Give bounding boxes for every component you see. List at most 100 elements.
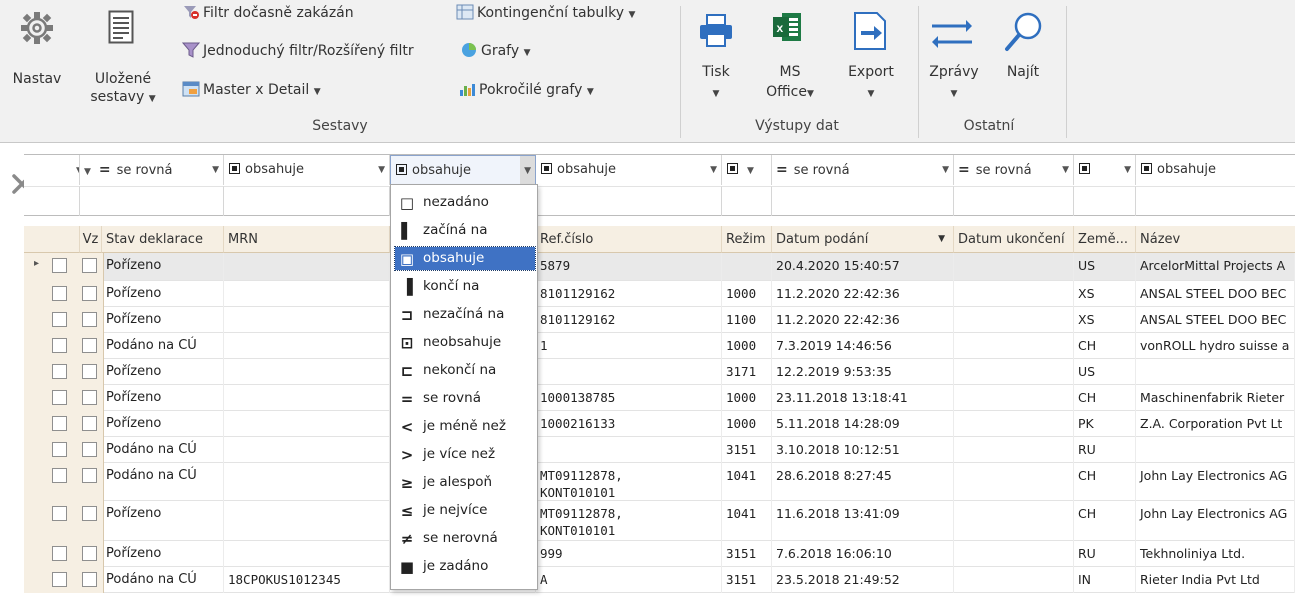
row-select-checkbox[interactable] — [52, 364, 67, 379]
charts-button[interactable]: Grafy ▼ — [460, 42, 531, 62]
table-row[interactable]: Pořízeno 8101129162 1100 11.2.2020 22:42:36… — [24, 307, 1295, 333]
filter-op-ecs[interactable]: obsahuje ▼ — [390, 155, 536, 185]
vz-checkbox[interactable] — [82, 286, 97, 301]
filter-input-ref[interactable] — [536, 186, 722, 216]
cell-ukonceni — [954, 385, 1074, 411]
cell-zeme: CH — [1074, 463, 1136, 501]
table-row[interactable]: Podáno na CÚ18CPOKUS1012345ECS_TEST00004… — [24, 567, 1295, 593]
cell-stav-text: Podáno na CÚ — [106, 442, 197, 457]
dropdown-item[interactable]: > je více než — [395, 443, 535, 466]
table-row[interactable]: ▸ Pořízeno 5879 20.4.2020 15:40:57 US Arcelor… — [24, 253, 1295, 281]
column-header-stav[interactable]: Stav deklarace — [102, 226, 224, 253]
vz-checkbox[interactable] — [82, 506, 97, 521]
column-header-nazev[interactable]: Název — [1136, 226, 1295, 253]
column-header-mrn[interactable]: MRN — [224, 226, 390, 253]
filter-input-stav[interactable] — [80, 186, 224, 216]
table-row[interactable]: Podáno na CÚ 1 1000 7.3.2019 14:46:56 CH vonR… — [24, 333, 1295, 359]
filter-op-datum[interactable]: = se rovná ▼ — [772, 155, 954, 185]
row-select-checkbox[interactable] — [52, 546, 67, 561]
column-header-zeme[interactable]: Země... — [1074, 226, 1136, 253]
table-row[interactable]: Pořízeno 8101129162 1000 11.2.2020 22:42:36… — [24, 281, 1295, 307]
row-select-checkbox[interactable] — [52, 468, 67, 483]
filter-disabled-label: Filtr dočasně zakázán — [203, 5, 354, 21]
table-row[interactable]: PořízenoECS_TEST00004699931517.6.2018 16… — [24, 541, 1295, 567]
row-select-checkbox[interactable] — [52, 258, 67, 273]
vz-checkbox[interactable] — [82, 546, 97, 561]
cell-stav: Pořízeno — [102, 281, 224, 307]
dropdown-item[interactable]: ⊡ neobsahuje — [395, 331, 535, 354]
table-row[interactable]: Podáno na CÚ MT09112878, KONT010101 1041 28.… — [24, 463, 1295, 501]
row-select-checkbox[interactable] — [52, 572, 67, 587]
filter-op-ref[interactable]: obsahuje ▼ — [536, 155, 722, 185]
ms-office-button[interactable]: x MS Office▼ — [756, 6, 824, 112]
filter-op-nazev[interactable]: obsahuje — [1136, 155, 1295, 185]
dropdown-item[interactable]: < je méně než — [395, 415, 535, 438]
filter-input-ukonceni[interactable] — [954, 186, 1074, 216]
vz-checkbox[interactable] — [82, 390, 97, 405]
cell-ref-text: 1000138785 — [540, 390, 616, 405]
vz-checkbox[interactable] — [82, 258, 97, 273]
nastav-button[interactable]: Nastav — [8, 6, 66, 112]
table-row[interactable]: Podáno na CÚ 3151 3.10.2018 10:12:51 RU — [24, 437, 1295, 463]
row-select-checkbox[interactable] — [52, 390, 67, 405]
filter-input-rezim[interactable] — [722, 186, 772, 216]
column-header-rezim[interactable]: Režim — [722, 226, 772, 253]
filter-op-vz[interactable]: ▼ — [24, 155, 80, 185]
dropdown-item[interactable]: □ nezadáno — [395, 191, 535, 214]
filter-input-nazev[interactable] — [1136, 186, 1295, 216]
cell-stav-text: Podáno na CÚ — [106, 468, 197, 483]
dropdown-item-label: je zadáno — [423, 558, 489, 574]
saved-reports-button[interactable]: Uložené sestavy ▼ — [88, 6, 168, 114]
find-button[interactable]: Najít — [996, 6, 1050, 112]
messages-button[interactable]: Zprávy ▼ — [926, 6, 982, 112]
column-header-ref[interactable]: Ref.číslo — [536, 226, 722, 253]
master-detail-button[interactable]: Master x Detail ▼ — [182, 81, 321, 101]
table-row[interactable]: Pořízeno MT09112878, KONT010101 1041 11.6.20… — [24, 501, 1295, 541]
vz-checkbox[interactable] — [82, 416, 97, 431]
filter-op-ukonceni[interactable]: = se rovná ▼ — [954, 155, 1074, 185]
table-row[interactable]: Pořízeno 1000138785 1000 23.11.2018 13:18:4… — [24, 385, 1295, 411]
dropdown-item[interactable]: ⊐ nezačíná na — [395, 303, 535, 326]
vz-checkbox[interactable] — [82, 338, 97, 353]
filter-input-mrn[interactable] — [224, 186, 390, 216]
row-select-checkbox[interactable] — [52, 416, 67, 431]
filter-op-stav[interactable]: ▼ = se rovná ▼ — [80, 155, 224, 185]
operator-icon: ≥ — [400, 474, 414, 492]
row-select-checkbox[interactable] — [52, 312, 67, 327]
dropdown-item[interactable]: ▐ končí na — [395, 275, 535, 298]
filter-input-datum[interactable] — [772, 186, 954, 216]
dropdown-item[interactable]: ▌ začíná na — [395, 219, 535, 242]
print-button[interactable]: Tisk ▼ — [692, 6, 740, 112]
export-button[interactable]: Export ▼ — [840, 6, 902, 112]
vz-checkbox[interactable] — [82, 572, 97, 587]
dropdown-item[interactable]: ■ je zadáno — [395, 555, 535, 578]
filter-op-mrn[interactable]: obsahuje ▼ — [224, 155, 390, 185]
filter-op-zeme[interactable]: ▼ — [1074, 155, 1136, 185]
dropdown-item[interactable]: ≤ je nejvíce — [395, 499, 535, 522]
dropdown-item[interactable]: ≥ je alespoň — [395, 471, 535, 494]
dropdown-item[interactable]: ▣ obsahuje — [394, 246, 536, 271]
dropdown-item[interactable]: ≠ se nerovná — [395, 527, 535, 550]
filter-input-vz[interactable] — [24, 186, 80, 216]
dropdown-item[interactable]: ⊏ nekončí na — [395, 359, 535, 382]
pivot-table-button[interactable]: Kontingenční tabulky ▼ — [456, 4, 635, 24]
vz-checkbox[interactable] — [82, 442, 97, 457]
row-select-checkbox[interactable] — [52, 442, 67, 457]
table-row[interactable]: Pořízeno 1000216133 1000 5.11.2018 14:28:09… — [24, 411, 1295, 437]
vz-checkbox[interactable] — [82, 312, 97, 327]
row-select-checkbox[interactable] — [52, 338, 67, 353]
row-select-checkbox[interactable] — [52, 506, 67, 521]
column-header-vz[interactable]: Vz — [80, 226, 102, 253]
filter-disabled-button[interactable]: Filtr dočasně zakázán — [182, 4, 354, 22]
dropdown-item[interactable]: = se rovná — [395, 387, 535, 410]
column-header-ukonceni[interactable]: Datum ukončení — [954, 226, 1074, 253]
filter-op-rezim[interactable]: ▼ — [722, 155, 772, 185]
filter-input-zeme[interactable] — [1074, 186, 1136, 216]
vz-checkbox[interactable] — [82, 364, 97, 379]
column-header-datum[interactable]: Datum podání ▼ — [772, 226, 954, 253]
advanced-charts-button[interactable]: Pokročilé grafy ▼ — [458, 81, 594, 101]
row-select-checkbox[interactable] — [52, 286, 67, 301]
table-row[interactable]: Pořízeno 3171 12.2.2019 9:53:35 US — [24, 359, 1295, 385]
vz-checkbox[interactable] — [82, 468, 97, 483]
simple-filter-button[interactable]: Jednoduchý filtr/Rozšířený filtr — [182, 42, 414, 60]
